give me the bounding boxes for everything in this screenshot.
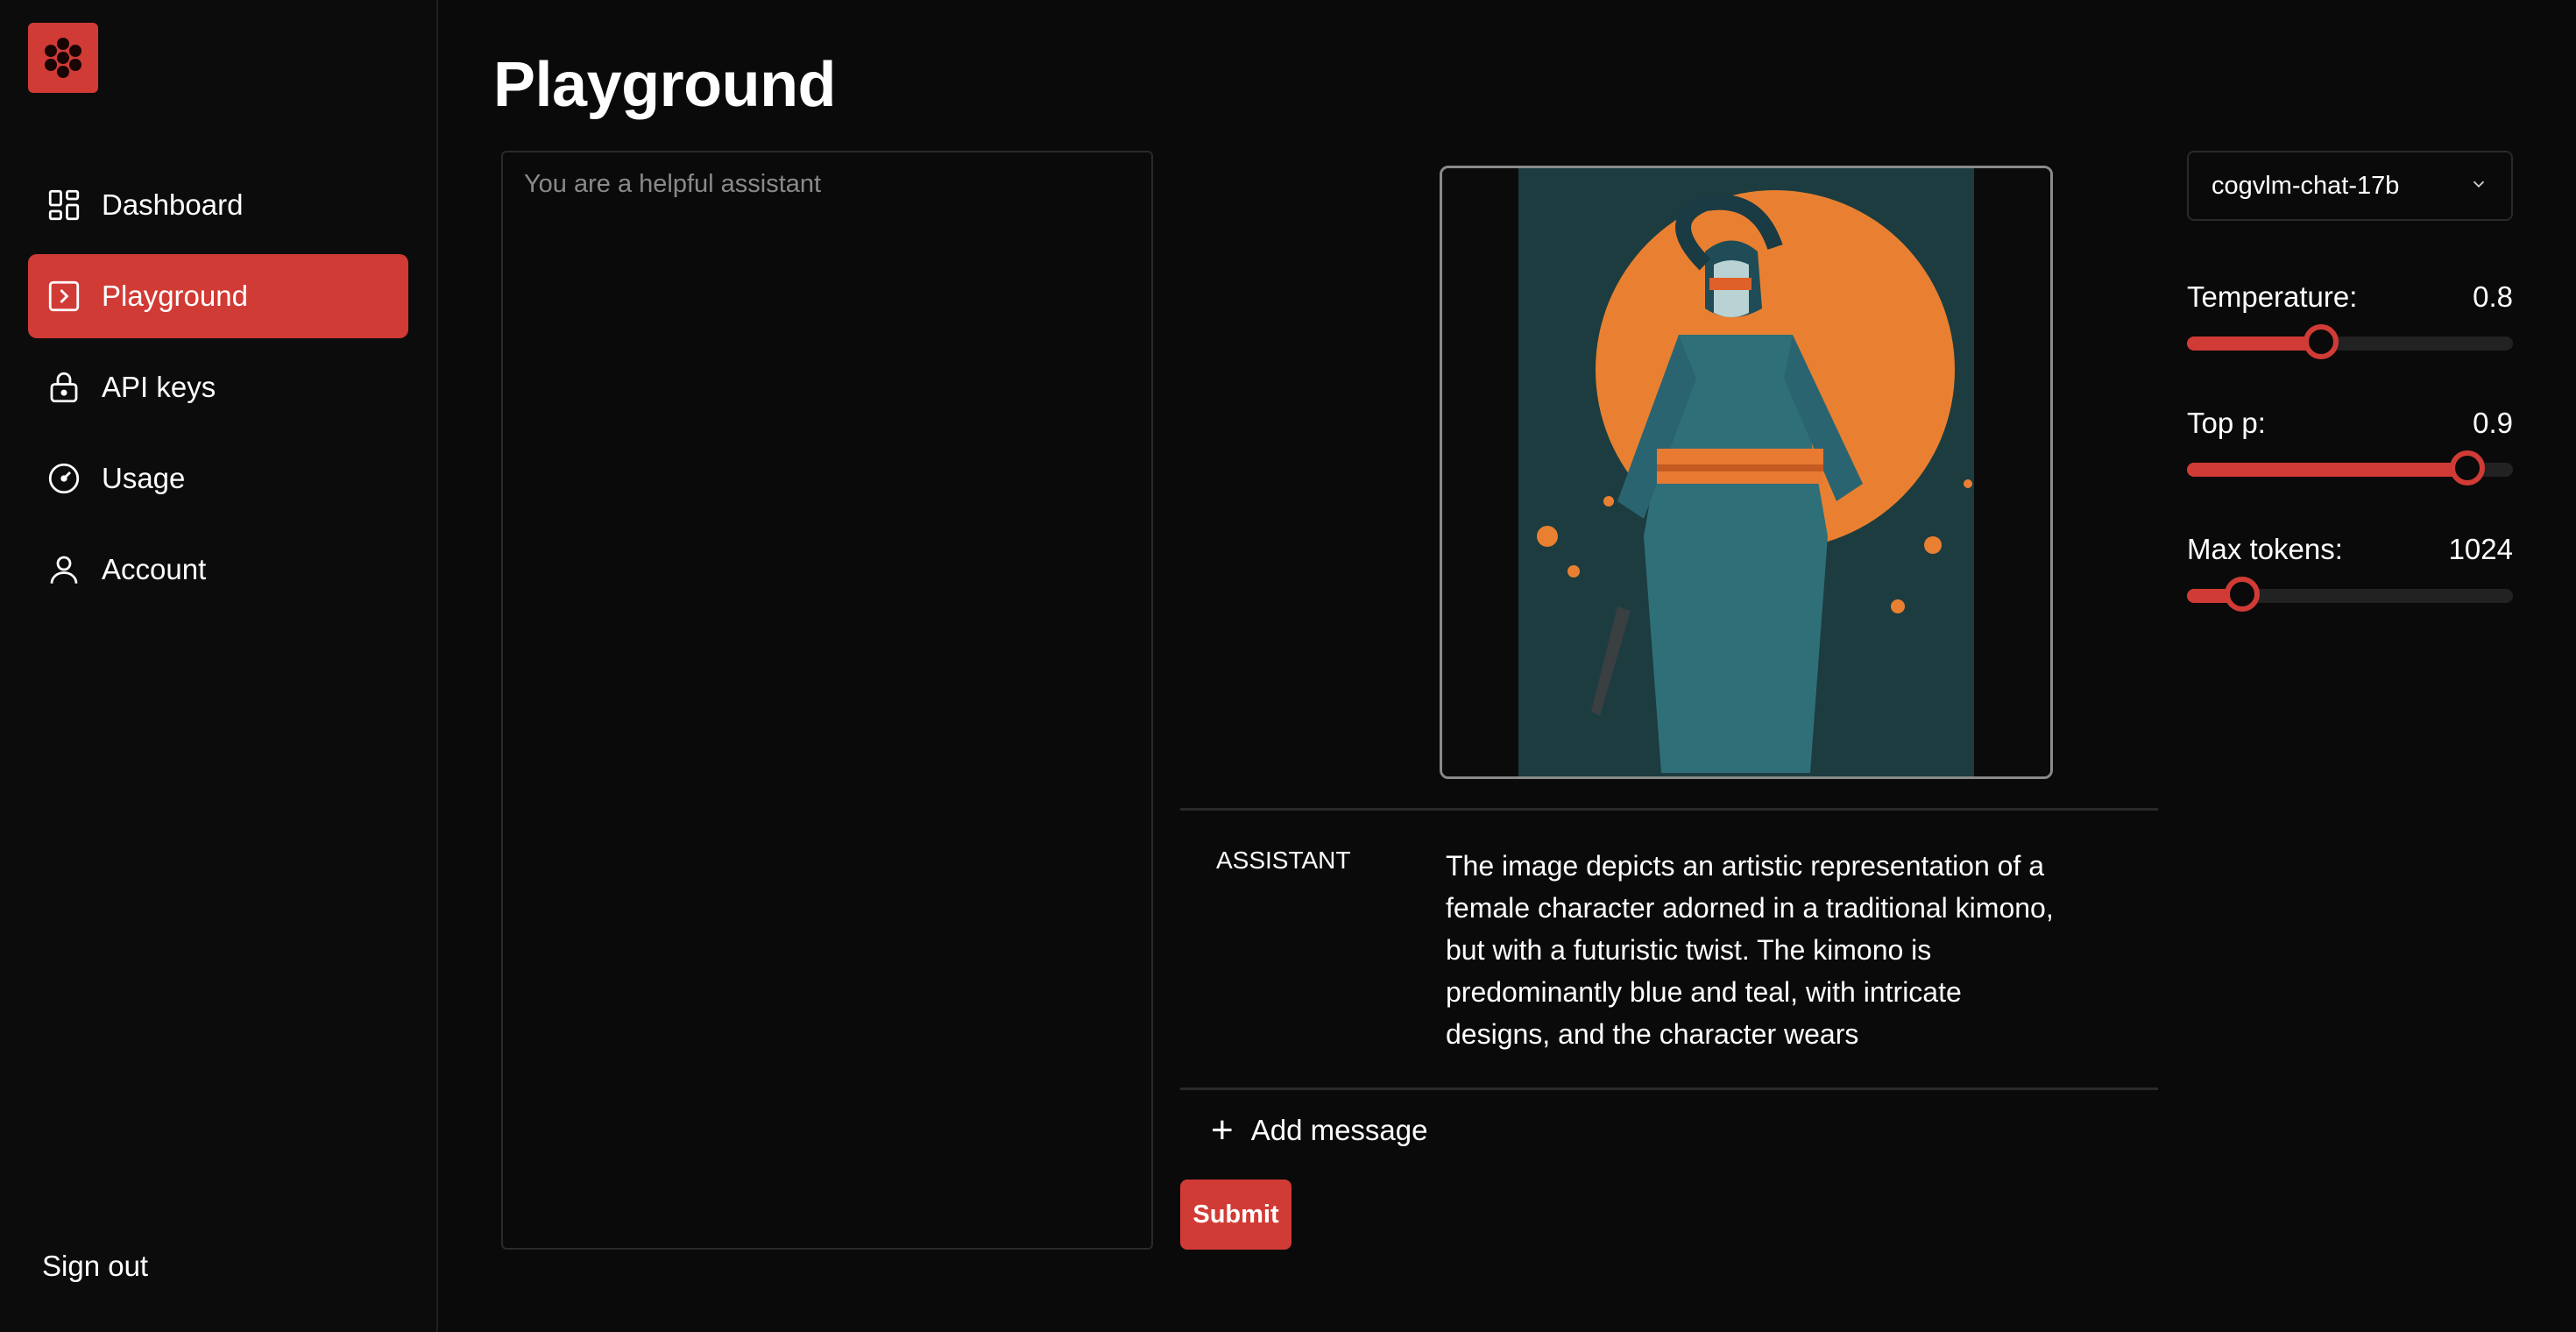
page-title: Playground — [493, 50, 837, 120]
plus-icon: + — [1211, 1109, 1234, 1151]
message-divider-top — [1180, 808, 2158, 811]
top-p-slider-fill — [2187, 463, 2467, 477]
sidebar-item-playground[interactable]: Playground — [28, 254, 408, 338]
sidebar-item-label: Playground — [102, 280, 248, 312]
max-tokens-slider-thumb[interactable] — [2225, 577, 2261, 612]
sidebar-item-label: Dashboard — [102, 188, 244, 221]
terminal-icon — [44, 276, 84, 316]
gauge-icon — [44, 458, 84, 499]
max-tokens-slider[interactable] — [2187, 577, 2513, 612]
top-p-value: 0.9 — [2473, 407, 2513, 439]
sidebar: Dashboard Playground API keys Usage Acco… — [0, 0, 438, 1332]
sign-out-link[interactable]: Sign out — [42, 1250, 148, 1283]
temperature-setting: Temperature: 0.8 — [2187, 280, 2513, 359]
message-divider-bottom — [1180, 1088, 2158, 1090]
max-tokens-value: 1024 — [2448, 533, 2513, 565]
message-role-toggle[interactable]: ASSISTANT — [1216, 847, 1351, 875]
sidebar-nav: Dashboard Playground API keys Usage Acco… — [28, 163, 408, 619]
max-tokens-setting: Max tokens: 1024 — [2187, 533, 2513, 612]
sidebar-item-label: Account — [102, 553, 207, 585]
system-prompt-box — [501, 151, 1153, 1250]
top-p-label: Top p: — [2187, 407, 2266, 439]
uploaded-image[interactable] — [1440, 166, 2053, 779]
top-p-setting: Top p: 0.9 — [2187, 407, 2513, 485]
top-p-slider-thumb[interactable] — [2449, 450, 2485, 485]
submit-button[interactable]: Submit — [1180, 1180, 1292, 1250]
app-logo-icon[interactable] — [28, 23, 98, 93]
add-message-button[interactable]: + Add message — [1211, 1111, 1428, 1150]
model-select[interactable]: cogvlm-chat-17b — [2187, 151, 2513, 221]
assistant-message-text[interactable]: The image depicts an artistic representa… — [1446, 845, 2059, 1053]
sidebar-item-api-keys[interactable]: API keys — [28, 345, 408, 429]
temperature-slider-fill — [2187, 337, 2321, 351]
lock-icon — [44, 367, 84, 407]
add-message-label: Add message — [1250, 1114, 1428, 1146]
top-p-slider[interactable] — [2187, 450, 2513, 485]
sidebar-item-account[interactable]: Account — [28, 528, 408, 612]
user-icon — [44, 549, 84, 590]
model-select-value: cogvlm-chat-17b — [2212, 171, 2400, 200]
max-tokens-label: Max tokens: — [2187, 533, 2343, 565]
sidebar-item-label: API keys — [102, 371, 216, 403]
dashboard-icon — [44, 185, 84, 225]
chevron-down-icon — [2469, 174, 2488, 198]
sidebar-item-dashboard[interactable]: Dashboard — [28, 163, 408, 247]
system-prompt-input[interactable] — [524, 170, 1130, 1230]
temperature-slider-thumb[interactable] — [2303, 324, 2339, 359]
sidebar-item-label: Usage — [102, 462, 186, 494]
temperature-value: 0.8 — [2473, 280, 2513, 313]
samurai-illustration-image — [1442, 168, 2050, 776]
temperature-label: Temperature: — [2187, 280, 2358, 313]
temperature-slider[interactable] — [2187, 324, 2513, 359]
sidebar-item-usage[interactable]: Usage — [28, 436, 408, 521]
